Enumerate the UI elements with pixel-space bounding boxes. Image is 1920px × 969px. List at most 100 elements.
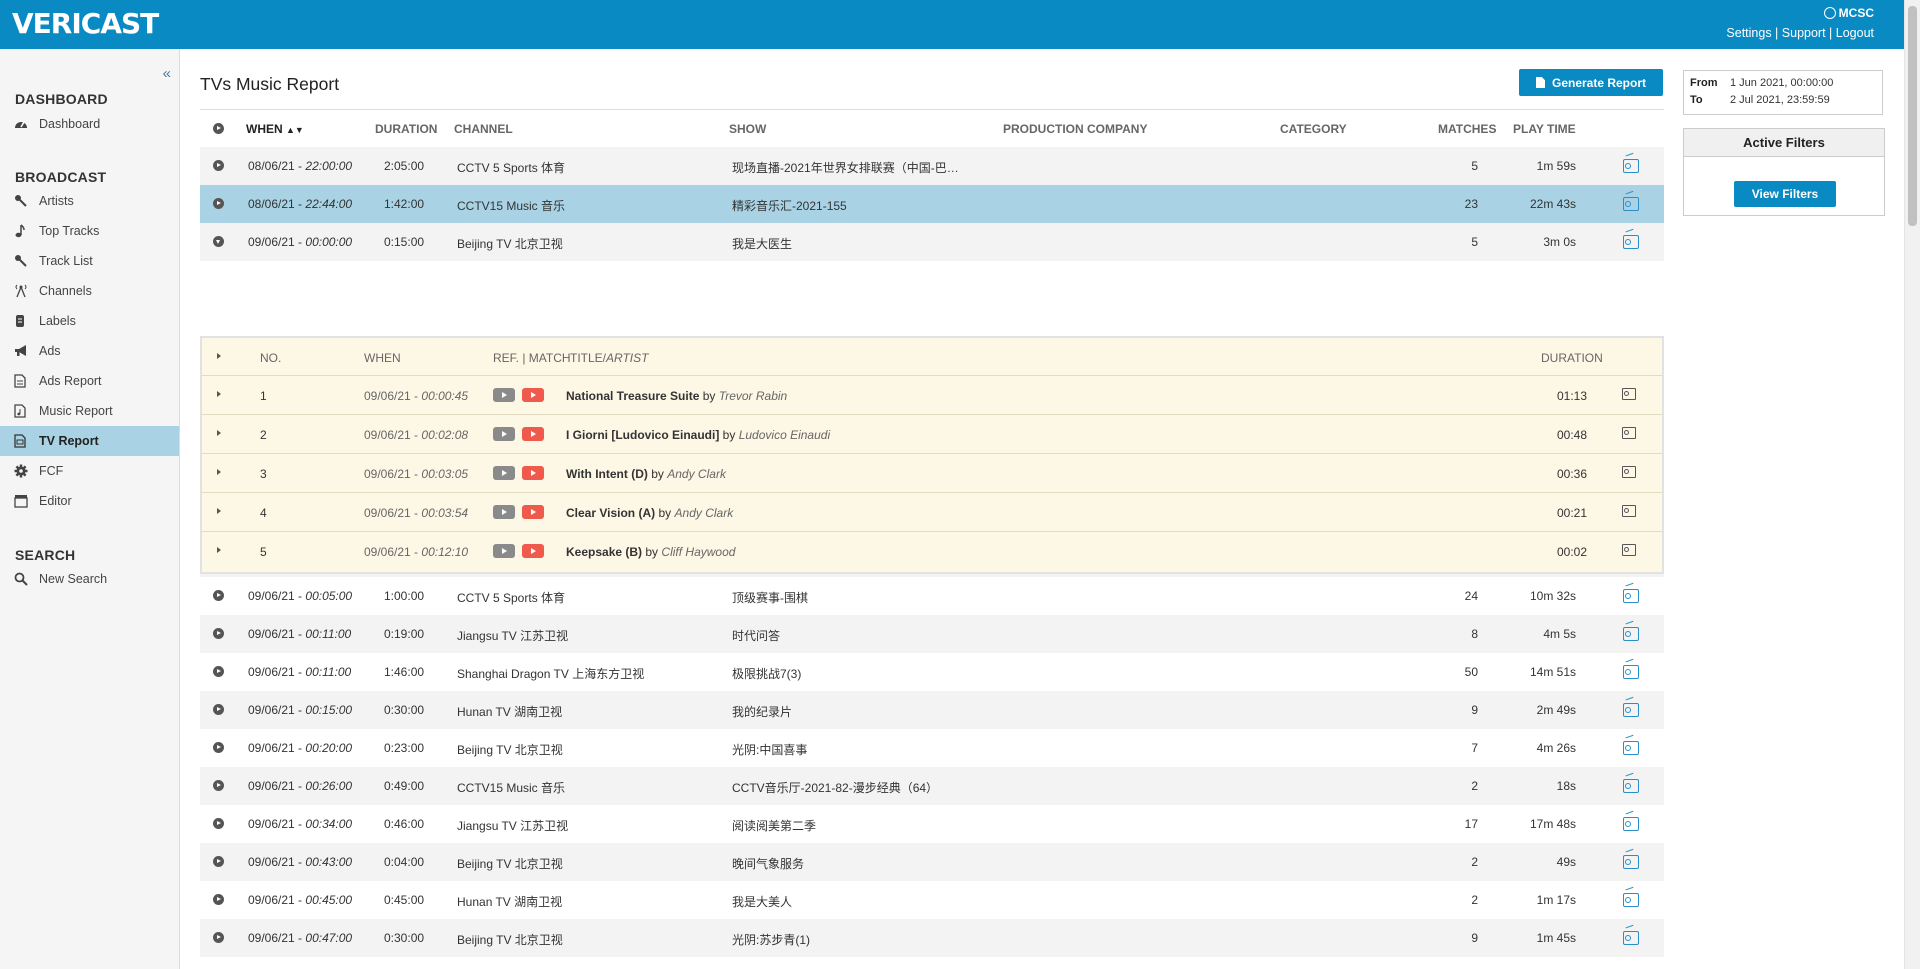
view-filters-button[interactable]: View Filters bbox=[1734, 181, 1836, 207]
play-reference-button[interactable] bbox=[493, 466, 515, 480]
expand-row-icon[interactable] bbox=[213, 932, 224, 943]
tv-icon[interactable] bbox=[1623, 159, 1639, 173]
table-row[interactable]: 09/06/21 - 00:34:00 0:46:00 Jiangsu TV 江苏卫… bbox=[200, 805, 1664, 843]
tv-icon[interactable] bbox=[1623, 741, 1639, 755]
col-show[interactable]: SHOW bbox=[729, 122, 766, 136]
play-match-button[interactable] bbox=[522, 427, 544, 441]
expand-row-icon[interactable] bbox=[213, 742, 224, 753]
table-row[interactable]: 08/06/21 - 22:00:00 2:05:00 CCTV 5 Sports … bbox=[200, 147, 1664, 185]
sidebar-item-labels[interactable]: Labels bbox=[0, 306, 179, 336]
play-match-button[interactable] bbox=[522, 388, 544, 402]
sidebar-item-music-report[interactable]: Music Report bbox=[0, 396, 179, 426]
expand-row-icon[interactable] bbox=[213, 780, 224, 791]
col-when[interactable]: WHEN ▲▼ bbox=[246, 122, 304, 136]
track-row[interactable]: 4 09/06/21 - 00:03:54 Clear Vision (A) by … bbox=[202, 493, 1662, 532]
col-duration[interactable]: DURATION bbox=[375, 122, 437, 136]
tv-icon[interactable] bbox=[1623, 893, 1639, 907]
expand-track-icon[interactable] bbox=[217, 391, 221, 397]
play-reference-button[interactable] bbox=[493, 427, 515, 441]
logout-link[interactable]: Logout bbox=[1836, 26, 1874, 40]
play-match-button[interactable] bbox=[522, 544, 544, 558]
table-row[interactable]: 09/06/21 - 00:26:00 0:49:00 CCTV15 Music 音… bbox=[200, 767, 1664, 805]
sidebar-item-tv-report[interactable]: TV Report bbox=[0, 426, 179, 456]
sidebar-item-ads-report[interactable]: Ads Report bbox=[0, 366, 179, 396]
table-row[interactable]: 09/06/21 - 00:11:00 0:19:00 Jiangsu TV 江苏卫… bbox=[200, 615, 1664, 653]
track-row[interactable]: 2 09/06/21 - 00:02:08 I Giorni [Ludovico E… bbox=[202, 415, 1662, 454]
expand-row-icon[interactable] bbox=[213, 704, 224, 715]
expand-row-icon[interactable] bbox=[213, 160, 224, 171]
date-range[interactable]: From 1 Jun 2021, 00:00:00 To 2 Jul 2021, 2… bbox=[1683, 70, 1883, 115]
tv-icon[interactable] bbox=[1622, 427, 1636, 439]
expand-row-icon[interactable] bbox=[213, 628, 224, 639]
col-play-time[interactable]: PLAY TIME bbox=[1513, 122, 1576, 136]
expand-all-icon[interactable] bbox=[213, 123, 224, 134]
table-row[interactable]: 09/06/21 - 00:20:00 0:23:00 Beijing TV 北京卫… bbox=[200, 729, 1664, 767]
tv-icon[interactable] bbox=[1623, 703, 1639, 717]
col-channel[interactable]: CHANNEL bbox=[454, 122, 513, 136]
tv-icon[interactable] bbox=[1623, 665, 1639, 679]
sidebar-item-track-list[interactable]: Track List bbox=[0, 246, 179, 276]
table-row[interactable]: 09/06/21 - 00:45:00 0:45:00 Hunan TV 湖南卫视 我… bbox=[200, 881, 1664, 919]
track-row[interactable]: 1 09/06/21 - 00:00:45 National Treasure Su… bbox=[202, 376, 1662, 415]
settings-link[interactable]: Settings bbox=[1726, 26, 1771, 40]
table-row[interactable]: 09/06/21 - 00:47:00 0:30:00 Beijing TV 北京卫… bbox=[200, 919, 1664, 957]
row-when: 09/06/21 - 00:11:00 bbox=[248, 627, 352, 641]
tv-icon[interactable] bbox=[1623, 817, 1639, 831]
expand-row-icon[interactable] bbox=[213, 666, 224, 677]
track-row[interactable]: 3 09/06/21 - 00:03:05 With Intent (D) by A… bbox=[202, 454, 1662, 493]
tv-icon[interactable] bbox=[1623, 931, 1639, 945]
expand-row-icon[interactable] bbox=[213, 236, 224, 247]
brand-logo[interactable]: VERICAST bbox=[12, 7, 159, 40]
expand-track-icon[interactable] bbox=[217, 469, 221, 475]
sidebar-item-editor[interactable]: Editor bbox=[0, 486, 179, 516]
tv-icon[interactable] bbox=[1623, 779, 1639, 793]
col-matches[interactable]: MATCHES bbox=[1438, 122, 1496, 136]
expand-track-icon[interactable] bbox=[217, 547, 221, 553]
tv-icon[interactable] bbox=[1623, 197, 1639, 211]
expand-row-icon[interactable] bbox=[213, 590, 224, 601]
collapse-sidebar-icon[interactable]: « bbox=[163, 65, 171, 82]
table-row[interactable]: 09/06/21 - 00:43:00 0:04:00 Beijing TV 北京卫… bbox=[200, 843, 1664, 881]
play-match-button[interactable] bbox=[522, 466, 544, 480]
table-row[interactable]: 09/06/21 - 00:00:00 0:15:00 Beijing TV 北京卫… bbox=[200, 223, 1664, 261]
track-row[interactable]: 5 09/06/21 - 00:12:10 Keepsake (B) by Clif… bbox=[202, 532, 1662, 571]
scrollbar-thumb[interactable] bbox=[1908, 6, 1917, 226]
sidebar-item-dashboard[interactable]: Dashboard bbox=[0, 109, 179, 139]
tv-icon[interactable] bbox=[1622, 388, 1636, 400]
table-row[interactable]: 09/06/21 - 00:15:00 0:30:00 Hunan TV 湖南卫视 我… bbox=[200, 691, 1664, 729]
sidebar-item-top-tracks[interactable]: Top Tracks bbox=[0, 216, 179, 246]
expand-row-icon[interactable] bbox=[213, 856, 224, 867]
sidebar-item-ads[interactable]: Ads bbox=[0, 336, 179, 366]
play-reference-button[interactable] bbox=[493, 544, 515, 558]
tv-icon[interactable] bbox=[1622, 466, 1636, 478]
tv-icon[interactable] bbox=[1622, 544, 1636, 556]
tv-icon[interactable] bbox=[1623, 589, 1639, 603]
expand-icon[interactable] bbox=[217, 353, 221, 359]
tv-icon[interactable] bbox=[1622, 505, 1636, 517]
play-reference-button[interactable] bbox=[493, 505, 515, 519]
expand-track-icon[interactable] bbox=[217, 430, 221, 436]
row-matches: 9 bbox=[1471, 931, 1478, 945]
tv-icon[interactable] bbox=[1623, 235, 1639, 249]
sidebar-item-new-search[interactable]: New Search bbox=[0, 564, 179, 594]
table-row[interactable]: 09/06/21 - 00:11:00 1:46:00 Shanghai Drago… bbox=[200, 653, 1664, 691]
sidebar-item-fcf[interactable]: FCF bbox=[0, 456, 179, 486]
page-scrollbar[interactable] bbox=[1904, 0, 1920, 969]
sidebar-item-artists[interactable]: Artists bbox=[0, 186, 179, 216]
table-row[interactable]: 09/06/21 - 00:05:00 1:00:00 CCTV 5 Sports … bbox=[200, 577, 1664, 615]
col-category[interactable]: CATEGORY bbox=[1280, 122, 1347, 136]
tv-icon[interactable] bbox=[1623, 627, 1639, 641]
play-reference-button[interactable] bbox=[493, 388, 515, 402]
expand-track-icon[interactable] bbox=[217, 508, 221, 514]
table-row[interactable]: 08/06/21 - 22:44:00 1:42:00 CCTV15 Music 音… bbox=[200, 185, 1664, 223]
expand-row-icon[interactable] bbox=[213, 818, 224, 829]
play-match-button[interactable] bbox=[522, 505, 544, 519]
user-menu[interactable]: MCSC bbox=[1823, 6, 1874, 20]
sidebar-item-channels[interactable]: Channels bbox=[0, 276, 179, 306]
tv-icon[interactable] bbox=[1623, 855, 1639, 869]
expand-row-icon[interactable] bbox=[213, 198, 224, 209]
generate-report-button[interactable]: Generate Report bbox=[1519, 69, 1663, 96]
support-link[interactable]: Support bbox=[1782, 26, 1826, 40]
expand-row-icon[interactable] bbox=[213, 894, 224, 905]
col-production-company[interactable]: PRODUCTION COMPANY bbox=[1003, 122, 1147, 136]
